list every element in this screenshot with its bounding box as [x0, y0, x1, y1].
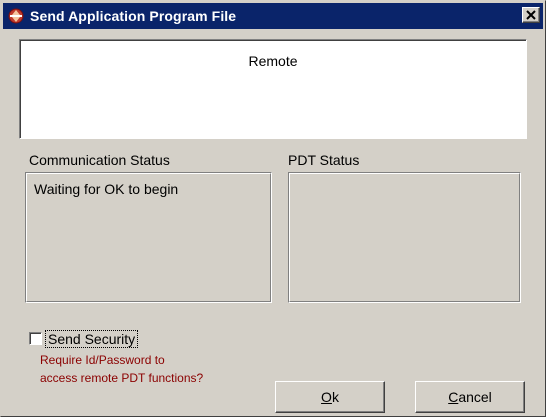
send-security-hint: Require Id/Password to access remote PDT…: [40, 351, 270, 387]
cancel-button-mnemonic: C: [448, 389, 459, 405]
send-security-checkbox[interactable]: [29, 332, 42, 345]
communication-status-label: Communication Status: [29, 152, 170, 168]
send-application-dialog: Send Application Program File Remote Com…: [0, 0, 546, 417]
pdt-status-label: PDT Status: [288, 152, 360, 168]
ok-button-mnemonic: O: [321, 389, 332, 405]
title-bar[interactable]: Send Application Program File: [3, 3, 543, 29]
send-security-hint-line2: access remote PDT functions?: [40, 371, 204, 385]
communication-status-text: Waiting for OK to begin: [34, 181, 179, 197]
window-title: Send Application Program File: [30, 8, 237, 24]
remote-panel: Remote: [19, 39, 527, 139]
send-security-label[interactable]: Send Security: [45, 330, 139, 348]
send-security-hint-line1: Require Id/Password to: [40, 353, 165, 367]
ok-button[interactable]: Ok: [275, 381, 385, 413]
remote-label: Remote: [248, 53, 298, 69]
cancel-button-label: ancel: [458, 389, 492, 405]
close-button[interactable]: [522, 7, 540, 23]
app-logo-icon: [6, 6, 26, 26]
pdt-status-box: [288, 172, 521, 303]
close-icon: [526, 10, 536, 20]
communication-status-box: Waiting for OK to begin: [25, 172, 272, 303]
cancel-button[interactable]: Cancel: [415, 381, 525, 413]
ok-button-label: k: [331, 389, 339, 405]
